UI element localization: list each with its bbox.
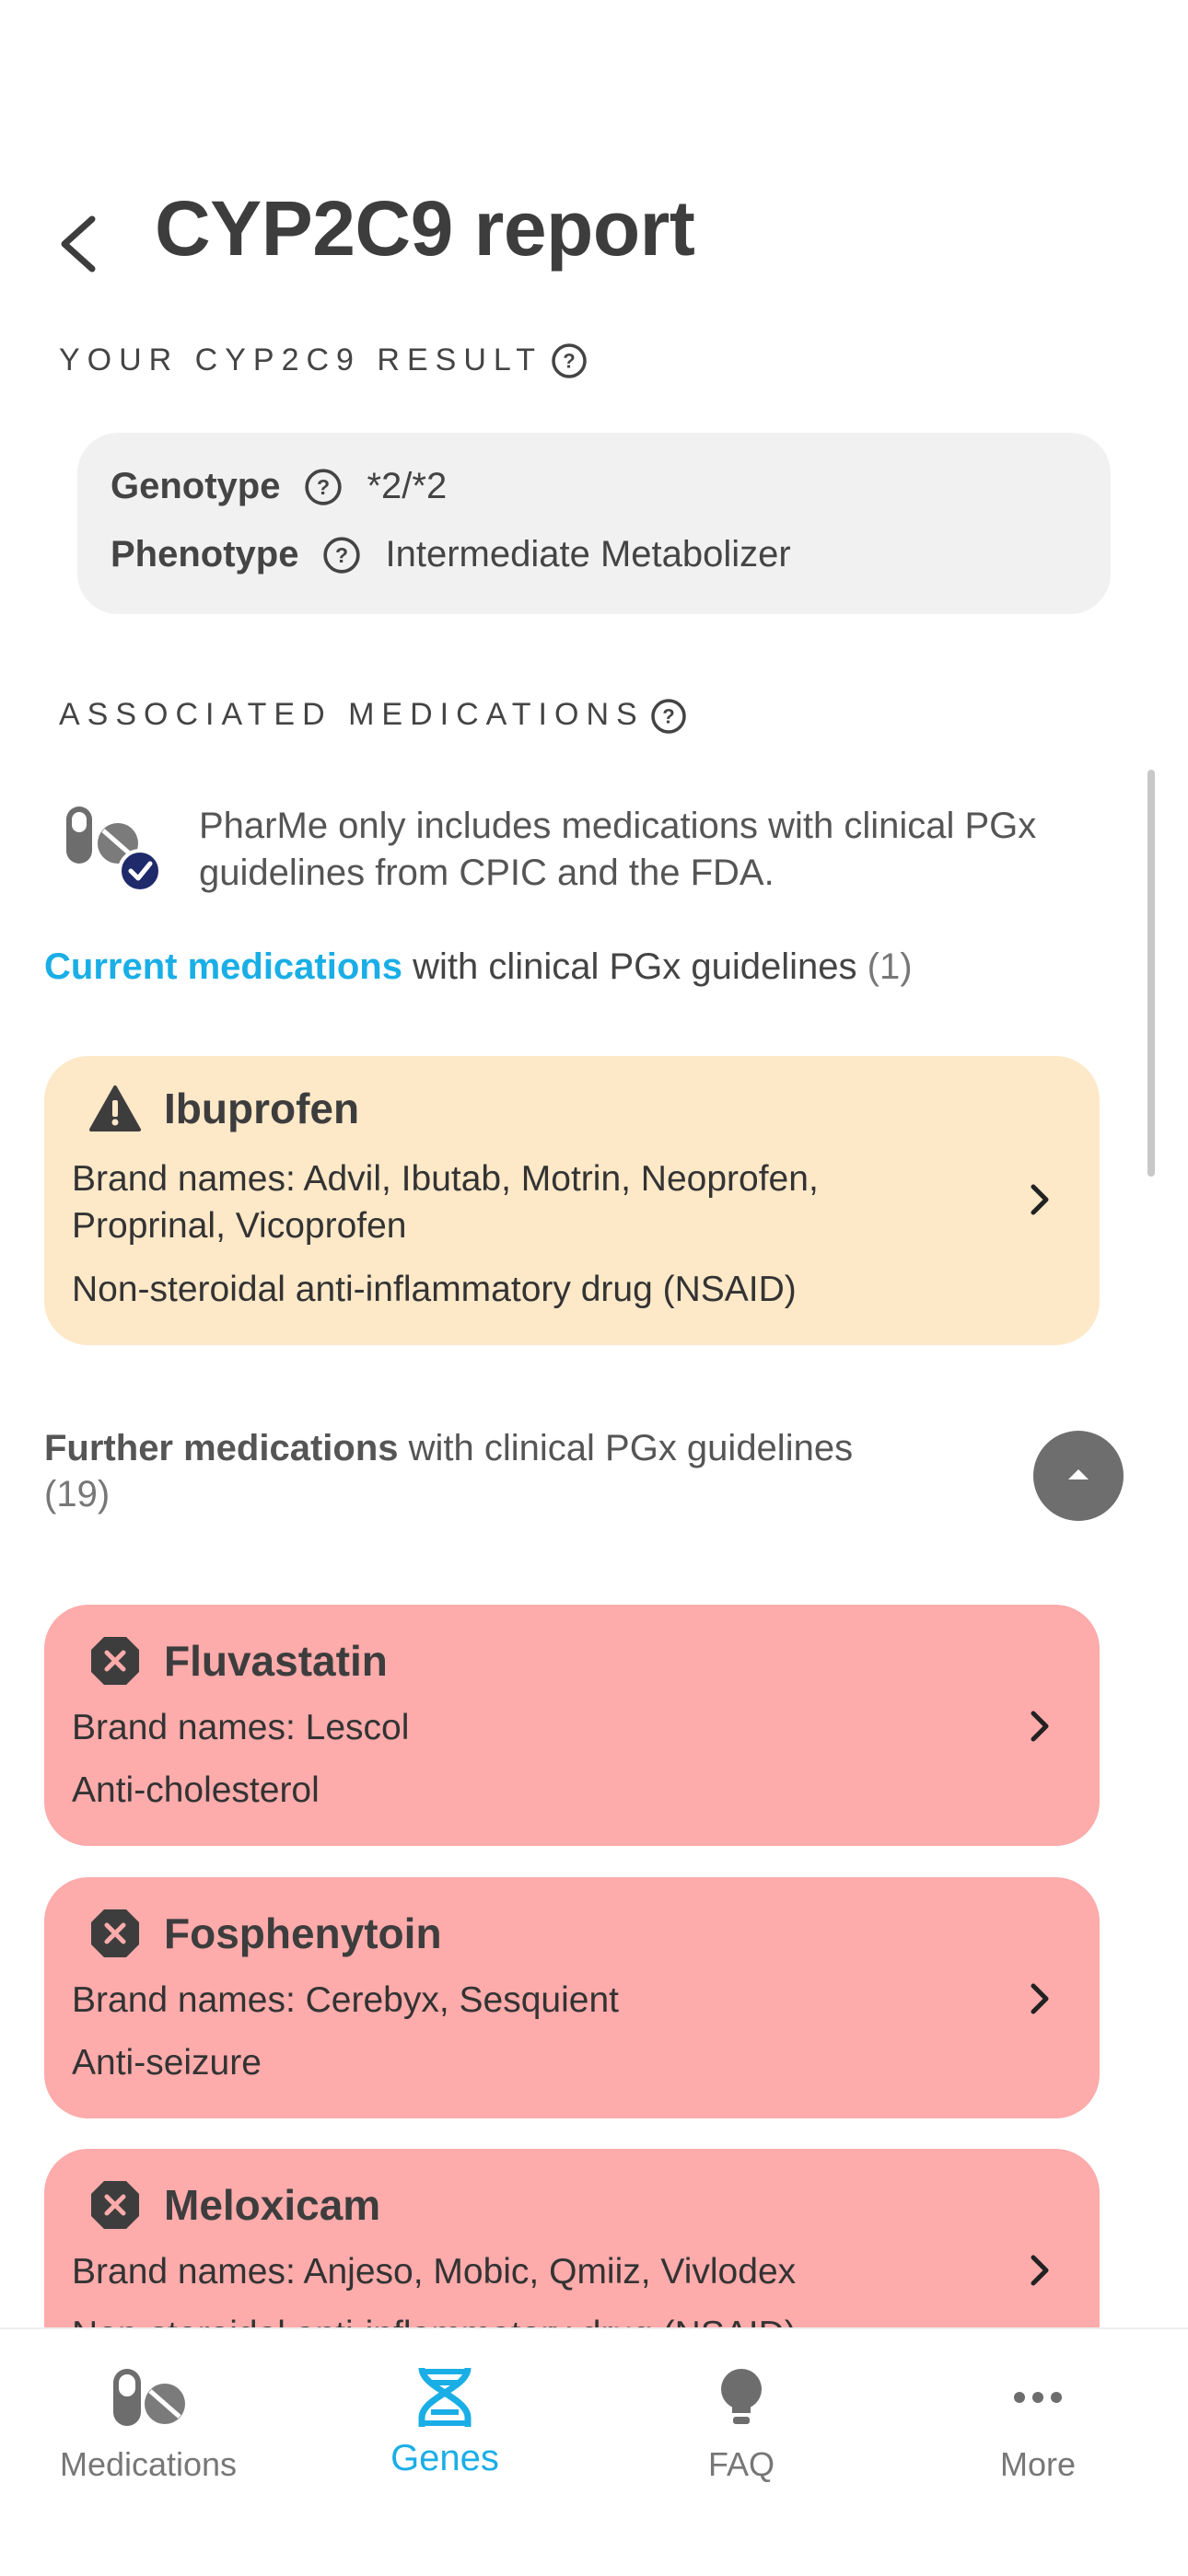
nav-genes[interactable]: Genes — [297, 2366, 593, 2479]
result-section-label-text: YOUR CYP2C9 RESULT — [59, 342, 543, 377]
lightbulb-icon — [721, 2369, 762, 2424]
card-title: Fluvastatin — [76, 1634, 388, 1688]
card-title: Meloxicam — [76, 2178, 380, 2232]
medication-card-fluvastatin[interactable]: Fluvastatin Brand names: Lescol Anti-cho… — [44, 1605, 1100, 1846]
chevron-right-icon — [1031, 1184, 1049, 1215]
drug-class: Anti-seizure — [72, 2043, 262, 2083]
brand-names: Brand names: Cerebyx, Sesquient — [72, 1980, 619, 2020]
scrollbar[interactable] — [1147, 770, 1155, 1177]
further-medications-heading: Further medications with clinical PGx gu… — [44, 1425, 965, 1517]
help-icon: ? — [651, 699, 686, 734]
brand-names-line-2: Proprinal, Vicoprofen — [72, 1206, 407, 1246]
pill-check-icon — [66, 806, 162, 893]
medication-card-fosphenytoin[interactable]: Fosphenytoin Brand names: Cerebyx, Sesqu… — [44, 1877, 1100, 2118]
chevron-right-icon — [1031, 1711, 1049, 1742]
nav-label: Medications — [59, 2445, 238, 2483]
nav-label: FAQ — [707, 2445, 775, 2483]
help-icon: ? — [552, 343, 587, 378]
nav-label: More — [999, 2445, 1077, 2483]
pill-icon — [113, 2369, 185, 2426]
nav-label: Genes — [390, 2438, 499, 2478]
medication-name: Ibuprofen — [164, 1085, 360, 1132]
result-section-label: YOUR CYP2C9 RESULT — [59, 342, 542, 378]
drug-class: Non-steroidal anti-inflammatory drug (NS… — [72, 1270, 797, 1309]
dna-icon — [418, 2367, 472, 2427]
brand-names: Brand names: Advil, Ibutab, Motrin, Neop… — [72, 1155, 993, 1249]
card-title: Fosphenytoin — [76, 1907, 442, 1960]
medication-name: Fluvastatin — [164, 1637, 388, 1685]
phenotype-row: Phenotype ? Intermediate Metabolizer — [111, 534, 791, 575]
further-medications-rest: with clinical PGx guidelines — [398, 1428, 854, 1468]
medications-section-label: ASSOCIATED MEDICATIONS — [59, 697, 645, 733]
result-box: Genotype ? *2/*2 Phenotype ? Intermediat… — [77, 433, 1111, 614]
cancel-icon — [91, 2181, 139, 2229]
info-text: PharMe only includes medications with cl… — [199, 806, 1037, 893]
genotype-value: *2/*2 — [367, 466, 448, 506]
arrow-up-icon — [1068, 1469, 1089, 1479]
svg-text:?: ? — [662, 705, 674, 728]
nav-faq[interactable]: FAQ — [593, 2366, 890, 2484]
result-help-button[interactable]: ? — [551, 342, 588, 384]
more-icon — [1014, 2392, 1062, 2403]
current-medications-accent: Current medications — [44, 946, 402, 987]
svg-text:?: ? — [317, 474, 330, 498]
collapse-button[interactable] — [1033, 1431, 1124, 1521]
genotype-help-icon[interactable]: ? — [304, 468, 343, 506]
page-title: CYP2C9 report — [155, 185, 695, 272]
phenotype-help-icon[interactable]: ? — [322, 536, 361, 574]
phenotype-label: Phenotype — [111, 534, 299, 574]
current-medications-heading: Current medications with clinical PGx gu… — [44, 946, 913, 988]
medication-name: Fosphenytoin — [164, 1909, 442, 1957]
current-medications-rest: with clinical PGx guidelines — [402, 946, 868, 987]
genotype-row: Genotype ? *2/*2 — [111, 466, 447, 507]
svg-text:?: ? — [563, 350, 575, 373]
further-medications-bold: Further medications — [44, 1428, 399, 1468]
further-medications-count: (19) — [44, 1474, 111, 1514]
chevron-right-icon — [1031, 1983, 1049, 2014]
svg-text:?: ? — [335, 542, 348, 566]
cancel-icon — [91, 1637, 139, 1685]
phenotype-value: Intermediate Metabolizer — [385, 534, 791, 574]
chevron-right-icon — [1031, 2255, 1049, 2286]
medications-section-label-text: ASSOCIATED MEDICATIONS — [59, 697, 645, 732]
nav-medications[interactable]: Medications — [0, 2366, 297, 2484]
cancel-icon — [91, 1909, 139, 1957]
medication-name: Meloxicam — [164, 2181, 381, 2229]
current-medications-count: (1) — [867, 946, 913, 987]
brand-names: Brand names: Lescol — [72, 1708, 410, 1747]
genotype-label: Genotype — [111, 466, 281, 506]
back-button[interactable] — [55, 212, 101, 276]
brand-names-line-1: Brand names: Advil, Ibutab, Motrin, Neop… — [72, 1159, 819, 1199]
warning-icon — [89, 1085, 141, 1131]
medications-help-button[interactable]: ? — [650, 698, 687, 739]
bottom-navigation: Medications Genes FAQ More — [0, 2327, 1188, 2576]
chevron-left-icon — [61, 215, 96, 273]
drug-class: Anti-cholesterol — [72, 1770, 320, 1810]
card-title: Ibuprofen — [76, 1084, 359, 1133]
medication-card-ibuprofen[interactable]: Ibuprofen Brand names: Advil, Ibutab, Mo… — [44, 1056, 1100, 1345]
nav-more[interactable]: More — [890, 2366, 1186, 2484]
brand-names: Brand names: Anjeso, Mobic, Qmiiz, Vivlo… — [72, 2252, 797, 2292]
